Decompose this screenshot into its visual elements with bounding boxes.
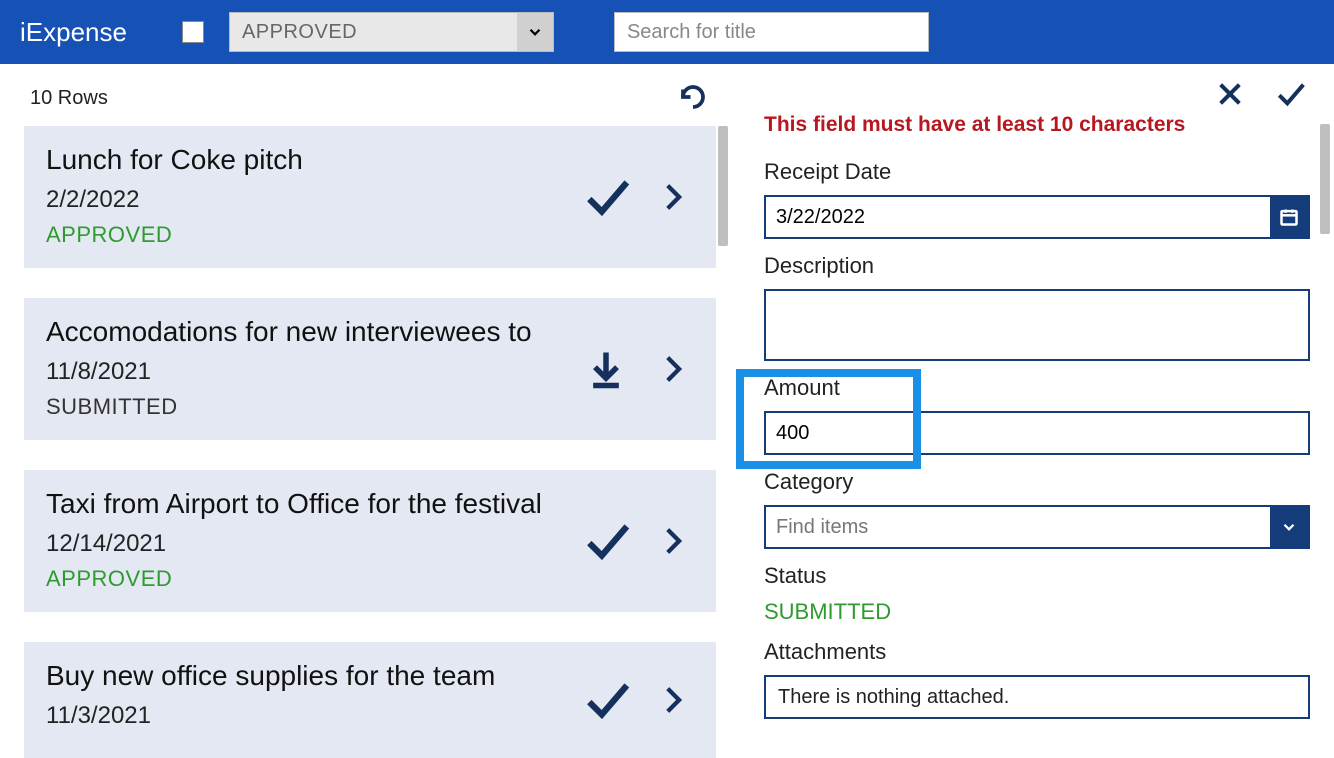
attachments-text: There is nothing attached. <box>778 686 1009 709</box>
validation-message: This field must have at least 10 charact… <box>764 113 1310 145</box>
check-icon[interactable] <box>580 171 632 223</box>
description-input[interactable] <box>764 289 1310 361</box>
expense-status: APPROVED <box>46 222 694 248</box>
download-icon[interactable] <box>580 343 632 395</box>
status-value: SUBMITTED <box>764 599 1310 625</box>
chevron-right-icon[interactable] <box>646 674 698 726</box>
receipt-date-value[interactable] <box>776 197 1298 237</box>
calendar-icon[interactable] <box>1270 197 1308 237</box>
row-count-label: 10 Rows <box>30 87 108 110</box>
category-select[interactable]: Find items <box>764 505 1310 549</box>
chevron-right-icon[interactable] <box>646 515 698 567</box>
detail-scrollbar[interactable] <box>1320 124 1330 234</box>
chevron-right-icon[interactable] <box>646 171 698 223</box>
label-amount: Amount <box>764 375 1310 401</box>
detail-toolbar <box>764 64 1310 119</box>
list-scroll: Lunch for Coke pitch 2/2/2022 APPROVED A… <box>0 126 740 758</box>
check-icon[interactable] <box>580 515 632 567</box>
label-description: Description <box>764 253 1310 279</box>
expense-row[interactable]: Accomodations for new interviewees to 11… <box>24 298 716 440</box>
chevron-right-icon[interactable] <box>646 343 698 395</box>
attachments-box[interactable]: There is nothing attached. <box>764 675 1310 719</box>
search-placeholder: Search for title <box>627 21 756 44</box>
list-toolbar: 10 Rows <box>0 82 740 114</box>
list-pane: 10 Rows Lunch for Coke pitch 2/2/2022 AP… <box>0 64 740 722</box>
check-icon[interactable] <box>580 674 632 726</box>
label-category: Category <box>764 469 1310 495</box>
filter-checkbox[interactable] <box>182 21 204 43</box>
amount-value[interactable] <box>776 413 1298 453</box>
app-title: iExpense <box>20 17 127 48</box>
list-scrollbar[interactable] <box>718 126 728 246</box>
category-placeholder: Find items <box>766 516 1270 539</box>
expense-status: APPROVED <box>46 566 694 592</box>
expense-row[interactable]: Lunch for Coke pitch 2/2/2022 APPROVED <box>24 126 716 268</box>
confirm-icon[interactable] <box>1274 78 1306 115</box>
refresh-icon[interactable] <box>678 82 710 114</box>
amount-input[interactable] <box>764 411 1310 455</box>
expense-status: SUBMITTED <box>46 394 694 420</box>
detail-pane: This field must have at least 10 charact… <box>740 64 1334 722</box>
label-attachments: Attachments <box>764 639 1310 665</box>
expense-row[interactable]: Taxi from Airport to Office for the fest… <box>24 470 716 612</box>
search-input[interactable]: Search for title <box>614 12 929 52</box>
app-header: iExpense APPROVED Search for title <box>0 0 1334 64</box>
chevron-down-icon <box>517 13 553 51</box>
chevron-down-icon <box>1270 507 1308 547</box>
status-filter-select[interactable]: APPROVED <box>229 12 554 52</box>
main-content: 10 Rows Lunch for Coke pitch 2/2/2022 AP… <box>0 64 1334 722</box>
status-filter-value: APPROVED <box>230 21 517 44</box>
label-receipt-date: Receipt Date <box>764 159 1310 185</box>
expense-row[interactable]: Buy new office supplies for the team 11/… <box>24 642 716 758</box>
receipt-date-input[interactable] <box>764 195 1310 239</box>
label-status: Status <box>764 563 1310 589</box>
close-icon[interactable] <box>1214 78 1246 115</box>
